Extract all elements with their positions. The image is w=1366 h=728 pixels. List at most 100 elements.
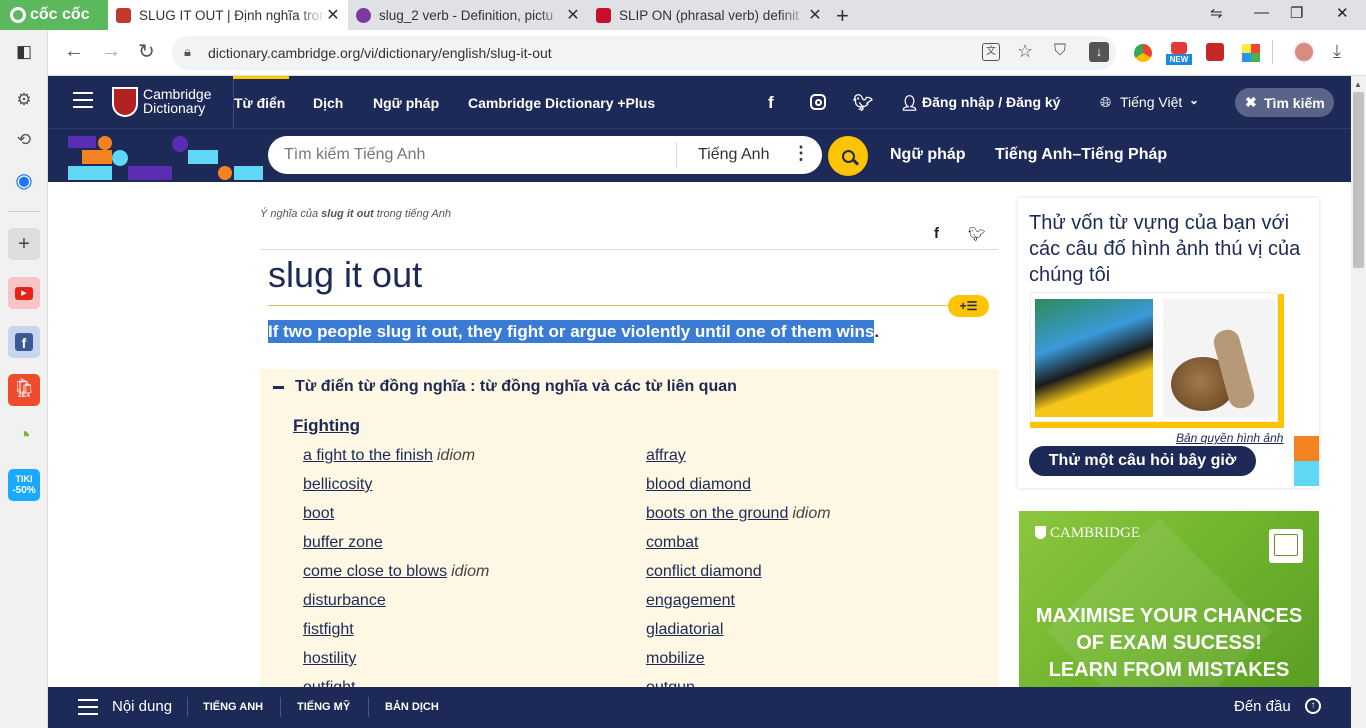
sidebar-toggle-icon[interactable]: ◧ (8, 36, 40, 68)
bottom-link-translation[interactable]: BẢN DỊCH (385, 701, 439, 713)
synonym-link[interactable]: combat (646, 534, 698, 552)
restore-icon[interactable]: ❐ (1290, 4, 1303, 22)
extension-chrome-icon[interactable] (1134, 44, 1152, 62)
close-tab-icon[interactable]: ✕ (566, 5, 580, 25)
synonym-link[interactable]: conflict diamond (646, 563, 762, 581)
login-link[interactable]: Đăng nhập / Đăng ký (922, 94, 1060, 110)
nav-translate[interactable]: Dịch (313, 95, 343, 111)
sidebar-divider (8, 211, 40, 212)
tab-search-icon[interactable]: ⇋ (1210, 4, 1223, 22)
minimize-icon[interactable]: — (1254, 4, 1269, 21)
synonym-link[interactable]: disturbance (303, 592, 386, 610)
search-placeholder: Tìm kiếm Tiếng Anh (284, 146, 426, 163)
history-icon[interactable]: ⟲ (8, 124, 40, 156)
thesaurus-title[interactable]: Từ điển từ đồng nghĩa : từ đồng nghĩa và… (295, 378, 737, 396)
menu-hamburger-icon[interactable] (73, 92, 93, 108)
decor-orange-block (1294, 436, 1319, 461)
synonym-link[interactable]: bellicosity (303, 476, 372, 494)
settings-gear-icon[interactable]: ⚙ (8, 84, 40, 116)
synonym-link[interactable]: engagement (646, 592, 735, 610)
extension-new-icon[interactable]: NEW (1166, 42, 1192, 66)
profile-avatar[interactable] (1293, 41, 1315, 63)
tab-slug-it-out[interactable]: SLUG IT OUT | Định nghĩa trong ✕ (108, 0, 348, 30)
search-input[interactable]: Tìm kiếm Tiếng Anh Tiếng Anh ⋮ (268, 136, 822, 174)
coccoc-green-icon[interactable]: ◔ (8, 420, 40, 452)
tab-slug-verb[interactable]: slug_2 verb - Definition, pictu ✕ (348, 0, 588, 30)
chevron-down-icon[interactable]: ⌄ (1189, 93, 1199, 107)
thesaurus-category[interactable]: Fighting (293, 416, 360, 436)
nav-dictionary[interactable]: Từ điển (234, 95, 285, 111)
download-page-icon[interactable]: ↓ (1089, 42, 1109, 62)
collapse-icon[interactable] (273, 386, 284, 389)
address-bar[interactable]: 🔒︎ dictionary.cambridge.org/vi/dictionar… (172, 36, 1116, 70)
quiz-image[interactable] (1030, 292, 1278, 422)
youtube-icon[interactable]: ▶ (8, 277, 40, 309)
nav-plus[interactable]: Cambridge Dictionary +Plus (468, 95, 655, 111)
translate-icon[interactable]: 文 (982, 43, 1000, 61)
shield-icon[interactable]: ⛉ (1054, 42, 1066, 60)
synonym-link[interactable]: buffer zone (303, 534, 383, 552)
synonym-link[interactable]: come close to blows idiom (303, 563, 489, 581)
messenger-icon[interactable]: ◉ (8, 164, 40, 196)
synonym-link[interactable]: boots on the ground idiom (646, 505, 831, 523)
shopee-icon[interactable]: 🛍︎ 28.4 (8, 374, 40, 406)
arrow-up-icon[interactable]: ↑ (1305, 698, 1321, 714)
close-tab-icon[interactable]: ✕ (808, 5, 822, 25)
nav-grammar[interactable]: Ngữ pháp (373, 95, 439, 111)
forward-icon[interactable]: → (101, 40, 121, 63)
subnav-english-french[interactable]: Tiếng Anh–Tiếng Pháp (995, 146, 1167, 164)
subnav-grammar[interactable]: Ngữ pháp (890, 146, 966, 164)
add-to-list-button[interactable]: +☰ (948, 295, 989, 317)
scrollbar-thumb[interactable] (1353, 92, 1364, 268)
cambridge-logo[interactable]: Cambridge Dictionary (143, 87, 211, 115)
decorative-pattern (68, 136, 263, 180)
facebook-icon[interactable]: f (8, 326, 40, 358)
bottom-link-english[interactable]: TIẾNG ANH (203, 701, 263, 713)
add-app-icon[interactable]: + (8, 228, 40, 260)
search-language-select[interactable]: Tiếng Anh (698, 146, 769, 164)
bottom-link-american[interactable]: TIẾNG MỸ (297, 701, 350, 713)
cambridge-exam-ad[interactable]: CAMBRIDGE MAXIMISE YOUR CHANCES OF EXAM … (1019, 511, 1319, 687)
scroll-up-icon[interactable]: ▲ (1354, 80, 1362, 89)
bookmark-star-icon[interactable]: ☆ (1017, 41, 1033, 62)
quiz-start-button[interactable]: Thử một câu hỏi bây giờ (1029, 446, 1256, 476)
close-tab-icon[interactable]: ✕ (326, 5, 340, 25)
extension-color-icon[interactable] (1242, 44, 1260, 62)
reload-icon[interactable]: ↻ (138, 39, 155, 64)
ad-crest-icon (1035, 526, 1046, 539)
extension-red-icon[interactable] (1206, 43, 1224, 61)
contents-menu-icon[interactable] (78, 699, 98, 715)
share-facebook-icon[interactable]: f (934, 225, 939, 242)
cambridge-favicon-icon (116, 7, 131, 23)
browser-logo[interactable]: cốc cốc (0, 0, 108, 30)
synonym-link[interactable]: blood diamond (646, 476, 751, 494)
synonym-link[interactable]: fistfight (303, 621, 354, 639)
tab-slip-on[interactable]: SLIP ON (phrasal verb) definit ✕ (588, 0, 830, 30)
synonym-link[interactable]: affray (646, 447, 686, 465)
contents-link[interactable]: Nội dung (112, 698, 172, 715)
synonym-link[interactable]: a fight to the finish idiom (303, 447, 475, 465)
downloads-icon[interactable]: ⤓ (1333, 41, 1341, 62)
back-to-top-link[interactable]: Đến đầu (1234, 698, 1291, 715)
share-twitter-icon[interactable]: 🐦︎ (968, 226, 986, 243)
coccoc-logo-icon (10, 7, 26, 23)
language-select[interactable]: Tiếng Việt (1120, 94, 1182, 110)
search-toggle-button[interactable]: ✖ Tìm kiếm (1235, 88, 1334, 117)
oxford-favicon-icon (356, 7, 371, 23)
synonym-link[interactable]: boot (303, 505, 334, 523)
close-window-icon[interactable]: ✕ (1336, 4, 1349, 22)
synonym-link[interactable]: mobilize (646, 650, 705, 668)
twitter-nav-icon[interactable]: 🐦︎ (853, 93, 873, 113)
decor-cyan-block (1294, 461, 1319, 486)
facebook-nav-icon[interactable]: f (768, 93, 774, 113)
synonym-link[interactable]: hostility (303, 650, 356, 668)
search-button[interactable] (828, 136, 868, 176)
synonym-link[interactable]: gladiatorial (646, 621, 723, 639)
url-text[interactable]: dictionary.cambridge.org/vi/dictionary/e… (208, 45, 552, 61)
back-icon[interactable]: ← (64, 40, 84, 63)
new-tab-icon[interactable]: + (836, 3, 849, 29)
tiki-icon[interactable]: TIKI -50% (8, 469, 40, 501)
more-options-icon[interactable]: ⋮ (792, 143, 810, 164)
image-credit-link[interactable]: Bản quyền hình ảnh (1176, 431, 1283, 445)
instagram-icon[interactable] (810, 94, 826, 110)
